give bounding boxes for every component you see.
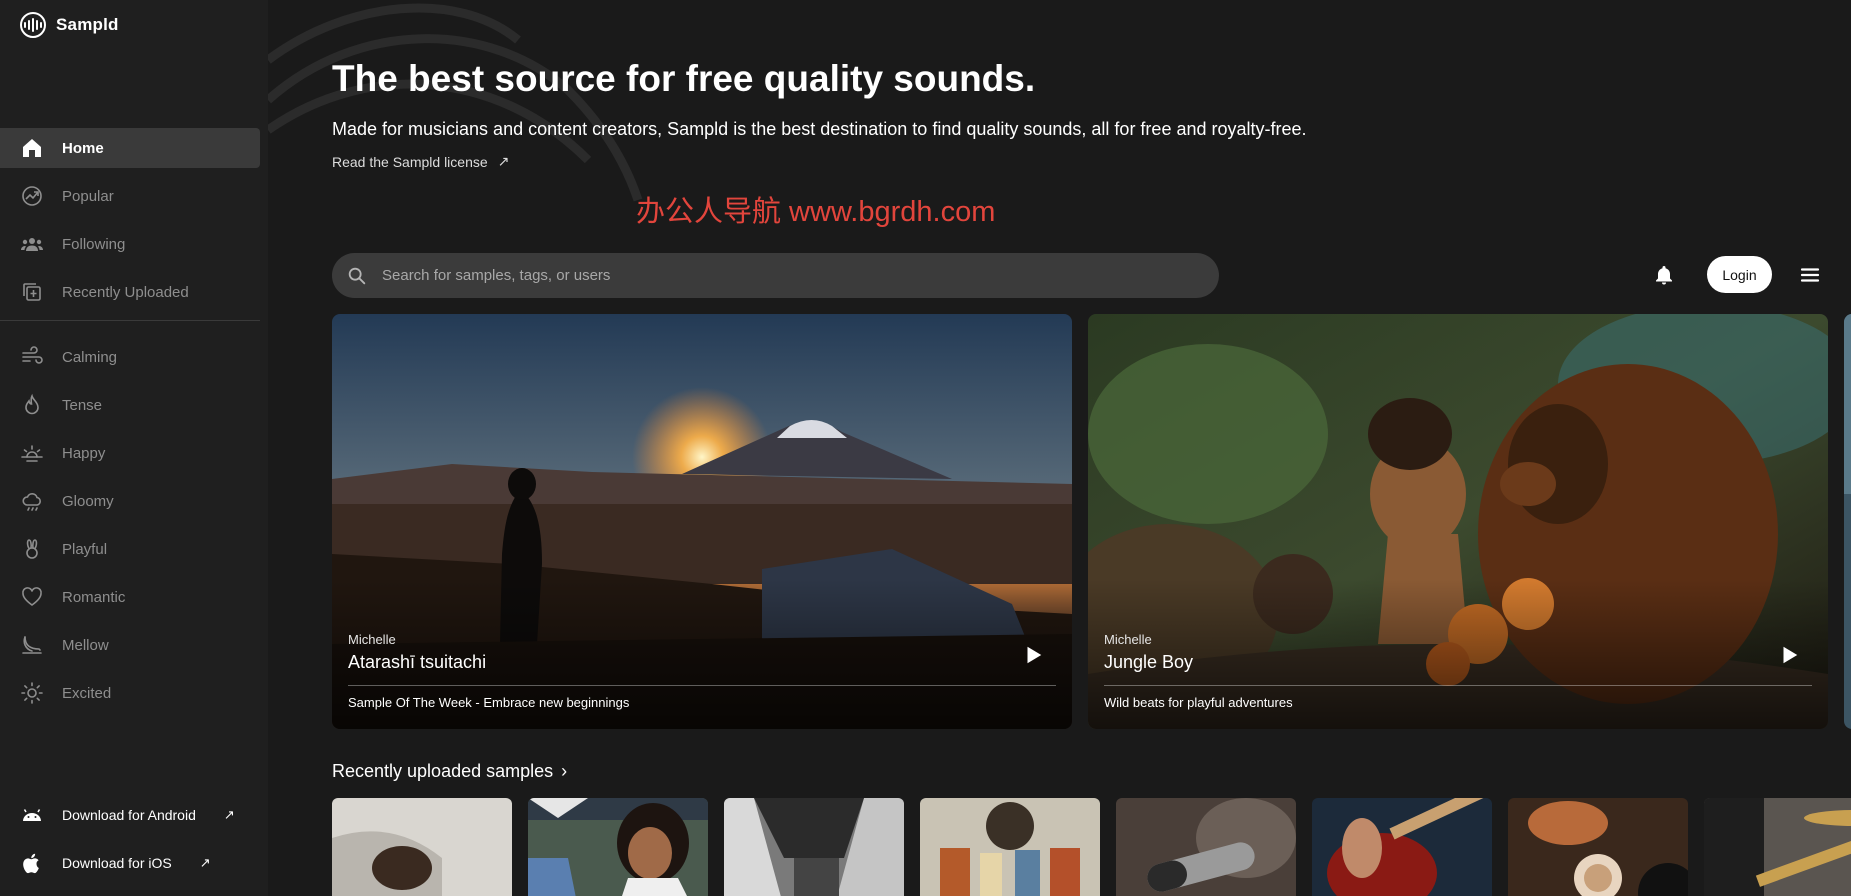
sidebar-item-gloomy[interactable]: Gloomy: [0, 481, 260, 521]
microphone-image: [1116, 798, 1296, 896]
card-title: Jungle Boy: [1104, 652, 1194, 672]
guitar-shop-image: [920, 798, 1100, 896]
card-description: Wild beats for playful adventures: [1104, 695, 1293, 710]
wind-icon: [22, 346, 43, 364]
building-bw-image: [724, 798, 904, 896]
hamburger-menu-icon[interactable]: [1798, 263, 1822, 287]
sidebar-item-playful[interactable]: Playful: [0, 529, 260, 569]
sun-icon: [21, 682, 43, 704]
logo[interactable]: Sampld: [20, 12, 119, 38]
sidebar-item-label: Tense: [62, 396, 103, 414]
bell-icon[interactable]: [1652, 263, 1676, 287]
card-image: [1844, 314, 1851, 729]
smiling-woman-image: [528, 798, 708, 896]
license-link[interactable]: Read the Sampld license ↗: [332, 153, 509, 170]
card-divider: [348, 685, 1056, 686]
featured-card[interactable]: Michelle Atarashī tsuitachi Sample Of Th…: [332, 314, 1072, 729]
person-lying-image: [332, 798, 512, 896]
search-bar[interactable]: [332, 253, 1219, 298]
electric-guitar-image: [1312, 798, 1492, 896]
moon-icon: [22, 636, 42, 654]
login-button[interactable]: Login: [1707, 256, 1772, 293]
play-icon[interactable]: [1778, 644, 1800, 666]
sidebar-item-following[interactable]: Following: [0, 224, 260, 264]
card-description: Sample Of The Week - Embrace new beginni…: [348, 695, 630, 710]
sidebar-item-label: Mellow: [62, 636, 109, 654]
sidebar-item-calming[interactable]: Calming: [0, 337, 260, 377]
search-input[interactable]: [382, 267, 1182, 284]
people-icon: [21, 238, 43, 251]
download-ios-label: Download for iOS: [62, 855, 172, 871]
coffee-cups-image: [1508, 798, 1688, 896]
sidebar-item-excited[interactable]: Excited: [0, 673, 260, 713]
main-content: The best source for free quality sounds.…: [268, 0, 1851, 896]
android-icon: [23, 809, 41, 821]
hero-subtitle: Made for musicians and content creators,…: [332, 119, 1307, 139]
external-link-icon: ↗: [199, 855, 211, 870]
apple-icon: [23, 853, 39, 874]
sidebar-item-label: Popular: [62, 187, 114, 205]
flame-icon: [25, 393, 39, 415]
home-icon: [23, 139, 41, 157]
featured-card-partial[interactable]: [1844, 314, 1851, 729]
sidebar-item-happy[interactable]: Happy: [0, 433, 260, 473]
watermark-text: 办公人导航 www.bgrdh.com: [636, 196, 996, 228]
sidebar-item-label: Excited: [62, 684, 112, 702]
sidebar-item-label: Home: [62, 139, 104, 157]
sunrise-icon: [21, 445, 43, 462]
sample-thumbnail[interactable]: [332, 798, 512, 896]
featured-card[interactable]: Michelle Jungle Boy Wild beats for playf…: [1088, 314, 1828, 729]
hero-title: The best source for free quality sounds.: [332, 58, 1036, 99]
heart-icon: [22, 587, 42, 606]
download-links: Download for Android ↗ Download for iOS …: [0, 795, 260, 891]
sample-thumbnail[interactable]: [920, 798, 1100, 896]
search-icon: [348, 267, 366, 284]
sidebar-item-label: Gloomy: [62, 492, 114, 510]
play-icon[interactable]: [1022, 644, 1044, 666]
download-ios-link[interactable]: Download for iOS ↗: [0, 843, 260, 883]
sample-thumbnail[interactable]: [1312, 798, 1492, 896]
drummer-image: [1704, 798, 1851, 896]
sample-thumbnail[interactable]: [528, 798, 708, 896]
sidebar-item-label: Playful: [62, 540, 108, 558]
trending-icon: [22, 186, 42, 206]
sidebar-item-label: Happy: [62, 444, 106, 462]
sidebar-item-label: Following: [62, 235, 126, 253]
download-android-label: Download for Android: [62, 807, 196, 823]
sidebar-item-romantic[interactable]: Romantic: [0, 577, 260, 617]
sample-thumbnail[interactable]: [1704, 798, 1851, 896]
recent-upload-icon: [23, 283, 41, 301]
chevron-right-icon: ›: [561, 761, 568, 781]
sample-thumbnail[interactable]: [724, 798, 904, 896]
card-divider: [1104, 685, 1812, 686]
license-link-label: Read the Sampld license: [332, 153, 488, 170]
sidebar-item-label: Romantic: [62, 588, 126, 606]
recent-samples-title: Recently uploaded samples: [332, 761, 554, 781]
recent-samples-heading[interactable]: Recently uploaded samples ›: [332, 761, 567, 782]
card-author: Michelle: [348, 632, 396, 647]
cloud-icon: [22, 493, 41, 511]
download-android-link[interactable]: Download for Android ↗: [0, 795, 260, 835]
sidebar-item-label: Recently Uploaded: [62, 283, 189, 301]
bunny-icon: [26, 539, 38, 559]
sidebar: Sampld Home Popular Following Recently U…: [0, 0, 268, 896]
card-author: Michelle: [1104, 632, 1152, 647]
sample-thumbnail[interactable]: [1116, 798, 1296, 896]
sidebar-item-home[interactable]: Home: [0, 128, 260, 168]
external-link-icon: ↗: [497, 153, 510, 169]
card-title: Atarashī tsuitachi: [348, 652, 487, 672]
sidebar-item-popular[interactable]: Popular: [0, 176, 260, 216]
sidebar-item-recently-uploaded[interactable]: Recently Uploaded: [0, 272, 260, 312]
sidebar-item-tense[interactable]: Tense: [0, 385, 260, 425]
sidebar-item-mellow[interactable]: Mellow: [0, 625, 260, 665]
sidebar-divider: [0, 320, 260, 321]
sample-thumbnail[interactable]: [1508, 798, 1688, 896]
app-name: Sampld: [56, 15, 119, 34]
sidebar-nav: Home Popular Following Recently Uploaded…: [0, 128, 260, 721]
external-link-icon: ↗: [223, 807, 235, 822]
sidebar-item-label: Calming: [62, 348, 118, 366]
logo-icon: [20, 12, 46, 38]
